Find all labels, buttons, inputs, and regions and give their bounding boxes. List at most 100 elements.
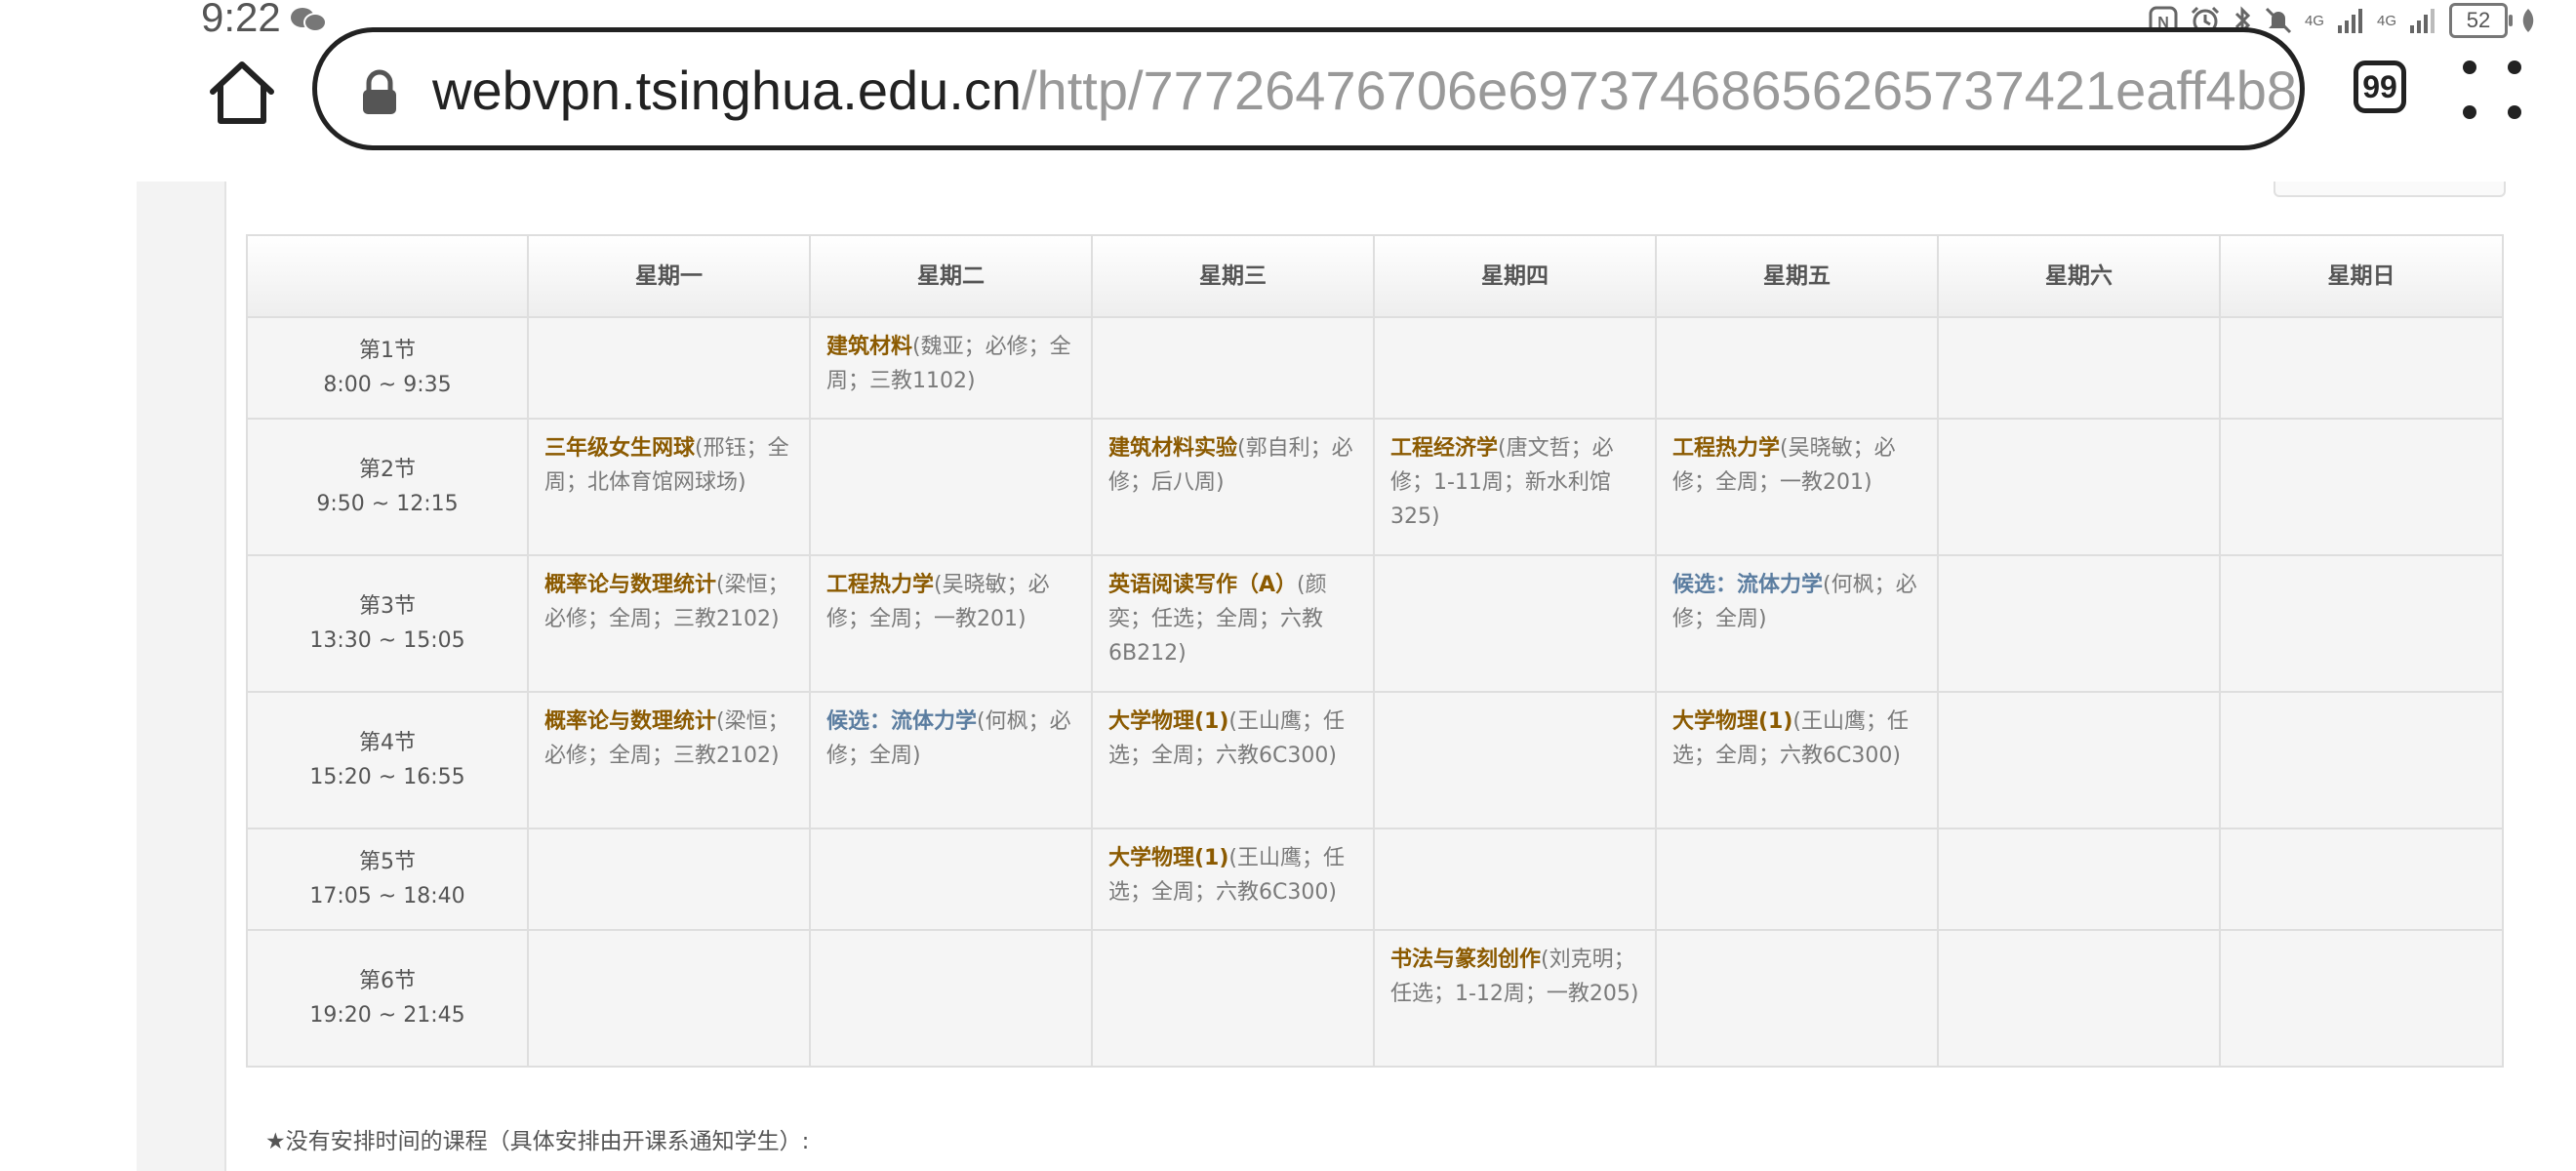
schedule-cell bbox=[1373, 316, 1657, 420]
day-header: 星期五 bbox=[1655, 234, 1939, 318]
day-header: 星期四 bbox=[1373, 234, 1657, 318]
home-icon[interactable] bbox=[207, 59, 277, 125]
schedule-cell: 大学物理(1)(王山鹰；任选；全周；六教6C300) bbox=[1091, 691, 1375, 829]
day-header: 星期一 bbox=[527, 234, 811, 318]
course-name-link[interactable]: 大学物理(1) bbox=[1108, 709, 1228, 734]
period-time: 8:00 ~ 9:35 bbox=[323, 373, 452, 397]
period-label: 第3节 13:30 ~ 15:05 bbox=[246, 554, 529, 693]
schedule-cell bbox=[2219, 418, 2504, 556]
schedule-cell bbox=[527, 929, 811, 1068]
day-header: 星期三 bbox=[1091, 234, 1375, 318]
course-name-link[interactable]: 英语阅读写作（A） bbox=[1108, 573, 1297, 597]
schedule-cell bbox=[1373, 554, 1657, 693]
unscheduled-courses-note: ★没有安排时间的课程（具体安排由开课系通知学生）: bbox=[265, 1129, 810, 1154]
period-label: 第1节 8:00 ~ 9:35 bbox=[246, 316, 529, 420]
period-time: 13:30 ~ 15:05 bbox=[309, 628, 465, 653]
schedule-cell bbox=[1937, 929, 2221, 1068]
more-menu-icon[interactable] bbox=[2463, 61, 2521, 119]
schedule-cell: 英语阅读写作（A）(颜奕；任选；全周；六教6B212) bbox=[1091, 554, 1375, 693]
schedule-cell: 工程热力学(吴晓敏；必修；全周；一教201) bbox=[1655, 418, 1939, 556]
wechat-notification-icon bbox=[291, 8, 327, 32]
schedule-cell: 建筑材料(魏亚；必修；全周；三教1102) bbox=[809, 316, 1093, 420]
period-name: 第6节 bbox=[359, 969, 416, 993]
period-time: 9:50 ~ 12:15 bbox=[316, 492, 459, 516]
url-host: webvpn.tsinghua.edu.cn bbox=[432, 60, 1022, 121]
day-header: 星期二 bbox=[809, 234, 1093, 318]
schedule-cell: 大学物理(1)(王山鹰；任选；全周；六教6C300) bbox=[1091, 828, 1375, 931]
mute-bell-icon bbox=[2265, 7, 2292, 34]
course-name-link[interactable]: 三年级女生网球 bbox=[544, 436, 695, 461]
schedule-cell bbox=[1655, 929, 1939, 1068]
period-name: 第3节 bbox=[359, 594, 416, 619]
course-name-link[interactable]: 工程经济学 bbox=[1390, 436, 1498, 461]
course-name-link[interactable]: 大学物理(1) bbox=[1672, 709, 1792, 734]
course-name-link[interactable]: 概率论与数理统计 bbox=[544, 573, 716, 597]
period-time: 19:20 ~ 21:45 bbox=[309, 1003, 465, 1028]
course-name-link[interactable]: 工程热力学 bbox=[1672, 436, 1780, 461]
course-name-link[interactable]: 工程热力学 bbox=[826, 573, 934, 597]
schedule-cell bbox=[809, 418, 1093, 556]
schedule-cell bbox=[1373, 691, 1657, 829]
schedule-cell: 概率论与数理统计(梁恒；必修；全周；三教2102) bbox=[527, 554, 811, 693]
url-text[interactable]: webvpn.tsinghua.edu.cn/http/77726476706e… bbox=[432, 57, 2305, 125]
header-corner bbox=[246, 234, 529, 318]
schedule-cell bbox=[1937, 316, 2221, 420]
schedule-cell: 工程经济学(唐文哲；必修；1-11周；新水利馆325) bbox=[1373, 418, 1657, 556]
schedule-cell: 建筑材料实验(郭自利；必修；后八周) bbox=[1091, 418, 1375, 556]
course-name-link[interactable]: 建筑材料 bbox=[826, 335, 912, 359]
schedule-cell bbox=[1655, 316, 1939, 420]
schedule-cell: 候选：流体力学(何枫；必修；全周) bbox=[1655, 554, 1939, 693]
period-row: 第5节 17:05 ~ 18:40 大学物理(1)(王山鹰；任选；全周；六教6C30… bbox=[246, 828, 2504, 931]
course-name-link[interactable]: 书法与篆刻创作 bbox=[1390, 948, 1541, 972]
period-row: 第4节 15:20 ~ 16:55 概率论与数理统计(梁恒；必修；全周；三教2102… bbox=[246, 691, 2504, 829]
period-name: 第2节 bbox=[359, 458, 416, 482]
schedule-cell bbox=[1655, 828, 1939, 931]
address-bar[interactable]: webvpn.tsinghua.edu.cn/http/77726476706e… bbox=[312, 27, 2305, 150]
period-label: 第4节 15:20 ~ 16:55 bbox=[246, 691, 529, 829]
schedule-cell bbox=[1373, 828, 1657, 931]
schedule-cell: 候选：流体力学(何枫；必修；全周) bbox=[809, 691, 1093, 829]
network-label-2: 4G bbox=[2376, 12, 2396, 29]
battery-indicator: 52 bbox=[2449, 3, 2513, 38]
schedule-cell bbox=[1091, 316, 1375, 420]
period-row: 第2节 9:50 ~ 12:15 三年级女生网球(邢钰；全周；北体育馆网球场) 建筑材… bbox=[246, 418, 2504, 556]
schedule-cell bbox=[1937, 418, 2221, 556]
schedule-cell bbox=[2219, 929, 2504, 1068]
schedule-cell bbox=[2219, 316, 2504, 420]
course-name-link[interactable]: 概率论与数理统计 bbox=[544, 709, 716, 734]
schedule-cell bbox=[2219, 691, 2504, 829]
period-label: 第2节 9:50 ~ 12:15 bbox=[246, 418, 529, 556]
schedule-cell: 三年级女生网球(邢钰；全周；北体育馆网球场) bbox=[527, 418, 811, 556]
schedule-cell bbox=[2219, 828, 2504, 931]
schedule-cell bbox=[1937, 691, 2221, 829]
day-header: 星期日 bbox=[2219, 234, 2504, 318]
candidate-course-link[interactable]: 候选：流体力学 bbox=[1672, 573, 1823, 597]
schedule-cell bbox=[809, 929, 1093, 1068]
day-header: 星期六 bbox=[1937, 234, 2221, 318]
schedule-cell bbox=[809, 828, 1093, 931]
period-label: 第6节 19:20 ~ 21:45 bbox=[246, 929, 529, 1068]
schedule-cell bbox=[527, 828, 811, 931]
network-label-1: 4G bbox=[2304, 12, 2324, 29]
schedule-cell: 工程热力学(吴晓敏；必修；全周；一教201) bbox=[809, 554, 1093, 693]
period-name: 第1节 bbox=[359, 339, 416, 363]
url-path: /http/77726476706e69737468656265737421ea… bbox=[1022, 60, 2305, 121]
period-label: 第5节 17:05 ~ 18:40 bbox=[246, 828, 529, 931]
schedule-cell: 书法与篆刻创作(刘克明；任选；1-12周；一教205) bbox=[1373, 929, 1657, 1068]
schedule-cell bbox=[527, 316, 811, 420]
charging-leaf-icon bbox=[2522, 9, 2534, 32]
status-time: 9:22 bbox=[201, 0, 281, 40]
period-name: 第4节 bbox=[359, 731, 416, 755]
lock-icon bbox=[363, 69, 396, 114]
candidate-course-link[interactable]: 候选：流体力学 bbox=[826, 709, 977, 734]
schedule-cell bbox=[1937, 828, 2221, 931]
schedule-cell bbox=[1091, 929, 1375, 1068]
course-name-link[interactable]: 建筑材料实验 bbox=[1108, 436, 1237, 461]
tab-switcher-button[interactable]: 99 bbox=[2354, 61, 2406, 113]
partial-button[interactable] bbox=[2274, 182, 2506, 197]
period-time: 17:05 ~ 18:40 bbox=[309, 884, 465, 909]
course-name-link[interactable]: 大学物理(1) bbox=[1108, 846, 1228, 870]
signal-icon-2 bbox=[2410, 9, 2435, 33]
class-schedule-table: 星期一 星期二 星期三 星期四 星期五 星期六 星期日 第1节 8:00 ~ 9:35 建筑材料… bbox=[246, 234, 2504, 1068]
period-row: 第6节 19:20 ~ 21:45 书法与篆刻创作(刘克明；任选；1-12周；一教2… bbox=[246, 929, 2504, 1068]
